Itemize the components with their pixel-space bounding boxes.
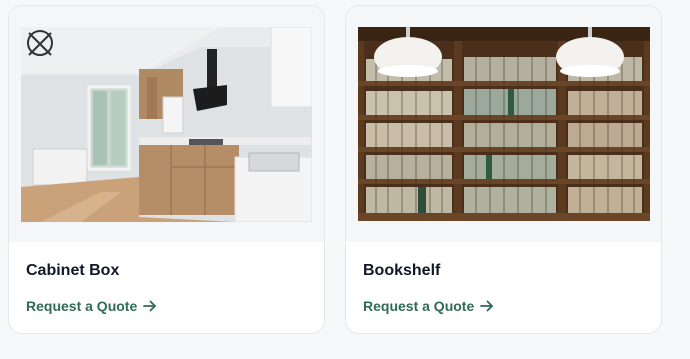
- product-card-bookshelf[interactable]: Bookshelf Request a Quote: [345, 5, 662, 334]
- request-quote-link[interactable]: Request a Quote: [26, 298, 157, 314]
- kitchen-image[interactable]: [21, 27, 312, 222]
- card-image-area: [346, 6, 661, 242]
- arrow-right-icon: [480, 300, 494, 312]
- card-image-area: [9, 6, 324, 242]
- product-grid: Cabinet Box Request a Quote Bookshelf Re…: [0, 0, 690, 359]
- request-quote-label: Request a Quote: [26, 298, 138, 314]
- card-title: Cabinet Box: [26, 262, 120, 279]
- card-title: Bookshelf: [363, 262, 441, 279]
- arrow-right-icon: [143, 300, 157, 312]
- bookshelf-image[interactable]: [358, 27, 650, 221]
- request-quote-label: Request a Quote: [363, 298, 475, 314]
- product-card-cabinet-box[interactable]: Cabinet Box Request a Quote: [8, 5, 325, 334]
- request-quote-link[interactable]: Request a Quote: [363, 298, 494, 314]
